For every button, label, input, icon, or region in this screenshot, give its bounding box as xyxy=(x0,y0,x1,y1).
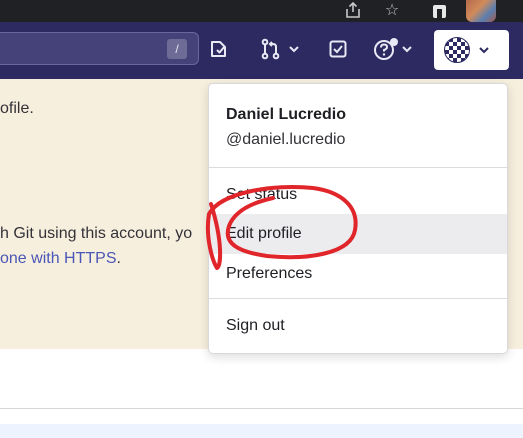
todo-icon[interactable] xyxy=(208,35,230,63)
git-instructions-fragment: h Git using this account, yo xyxy=(0,225,193,242)
user-full-name: Daniel Lucredio xyxy=(226,106,347,123)
chevron-down-icon xyxy=(289,46,299,53)
bookmark-star-icon[interactable]: ☆ xyxy=(382,1,402,21)
user-avatar xyxy=(444,37,470,63)
chevron-down-icon xyxy=(479,47,489,54)
content-divider xyxy=(0,408,523,409)
issues-icon[interactable] xyxy=(326,35,350,63)
search-shortcut-key: / xyxy=(167,39,187,59)
browser-toolbar: ☆ xyxy=(0,0,523,22)
search-input[interactable]: / xyxy=(0,32,199,65)
merge-request-icon[interactable] xyxy=(258,35,302,63)
share-icon[interactable] xyxy=(343,1,363,21)
user-username: @daniel.lucredio xyxy=(226,131,346,148)
browser-profile-avatar[interactable] xyxy=(466,0,496,22)
preferences-item[interactable]: Preferences xyxy=(209,254,507,294)
menu-divider xyxy=(209,167,507,168)
menu-divider xyxy=(209,298,507,299)
clone-https-link[interactable]: one with HTTPS. xyxy=(0,250,121,268)
top-navbar: / xyxy=(0,22,523,79)
chevron-down-icon xyxy=(402,46,412,53)
user-menu-button[interactable] xyxy=(434,30,509,70)
help-icon[interactable] xyxy=(370,35,416,63)
extensions-icon[interactable] xyxy=(430,1,450,21)
clone-https-link-label: one with HTTPS xyxy=(0,250,117,267)
clone-https-period: . xyxy=(116,250,121,267)
sign-out-item[interactable]: Sign out xyxy=(209,306,507,346)
set-status-item[interactable]: Set status xyxy=(209,175,507,215)
info-alert xyxy=(0,424,523,438)
profile-text-fragment: ofile. xyxy=(0,100,34,117)
edit-profile-item[interactable]: Edit profile xyxy=(209,214,507,254)
user-dropdown-menu: Daniel Lucredio @daniel.lucredio Set sta… xyxy=(208,83,508,354)
